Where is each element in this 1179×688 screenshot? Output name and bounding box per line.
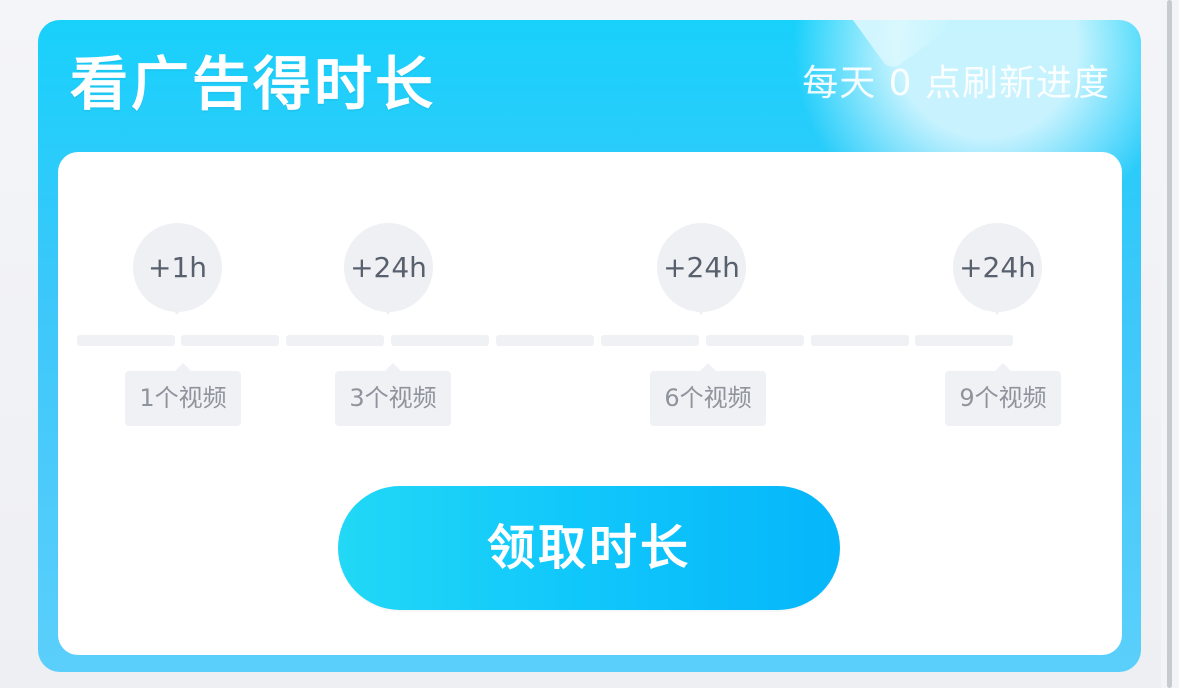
reward-progress-panel: +1h +24h +24h +24h 1个视频 3个视频 6个视频 9个视频 领… [58, 152, 1122, 655]
reward-milestone-4: +24h [953, 223, 1045, 323]
progress-segment [286, 335, 384, 346]
progress-segment [496, 335, 594, 346]
claim-duration-button[interactable]: 领取时长 [338, 486, 840, 610]
reward-bubble: +24h [657, 223, 746, 315]
reward-milestone-2: +24h [344, 223, 436, 323]
scrollbar[interactable] [1161, 0, 1179, 688]
refresh-note: 每天 0 点刷新进度 [802, 63, 1110, 104]
progress-segment [181, 335, 279, 346]
card-title: 看广告得时长 [70, 50, 437, 118]
progress-segment [915, 335, 1013, 346]
video-count-tag: 9个视频 [945, 363, 1061, 426]
reward-bubble: +24h [344, 223, 433, 315]
video-count-tag: 3个视频 [335, 363, 451, 426]
progress-segment [601, 335, 699, 346]
ad-reward-screen: 看广告得时长 每天 0 点刷新进度 +1h +24h +24h +24h 1个视… [0, 0, 1179, 688]
ad-reward-card: 看广告得时长 每天 0 点刷新进度 +1h +24h +24h +24h 1个视… [38, 20, 1141, 672]
progress-segment [391, 335, 489, 346]
progress-segment [811, 335, 909, 346]
reward-bubble: +1h [133, 223, 222, 315]
video-count-tag: 6个视频 [650, 363, 766, 426]
progress-segment [706, 335, 804, 346]
progress-segment [77, 335, 175, 346]
reward-milestone-1: +1h [133, 223, 225, 323]
video-progress-track [77, 335, 1022, 347]
video-count-tag: 1个视频 [125, 363, 241, 426]
reward-milestone-3: +24h [657, 223, 749, 323]
reward-bubble: +24h [953, 223, 1042, 315]
